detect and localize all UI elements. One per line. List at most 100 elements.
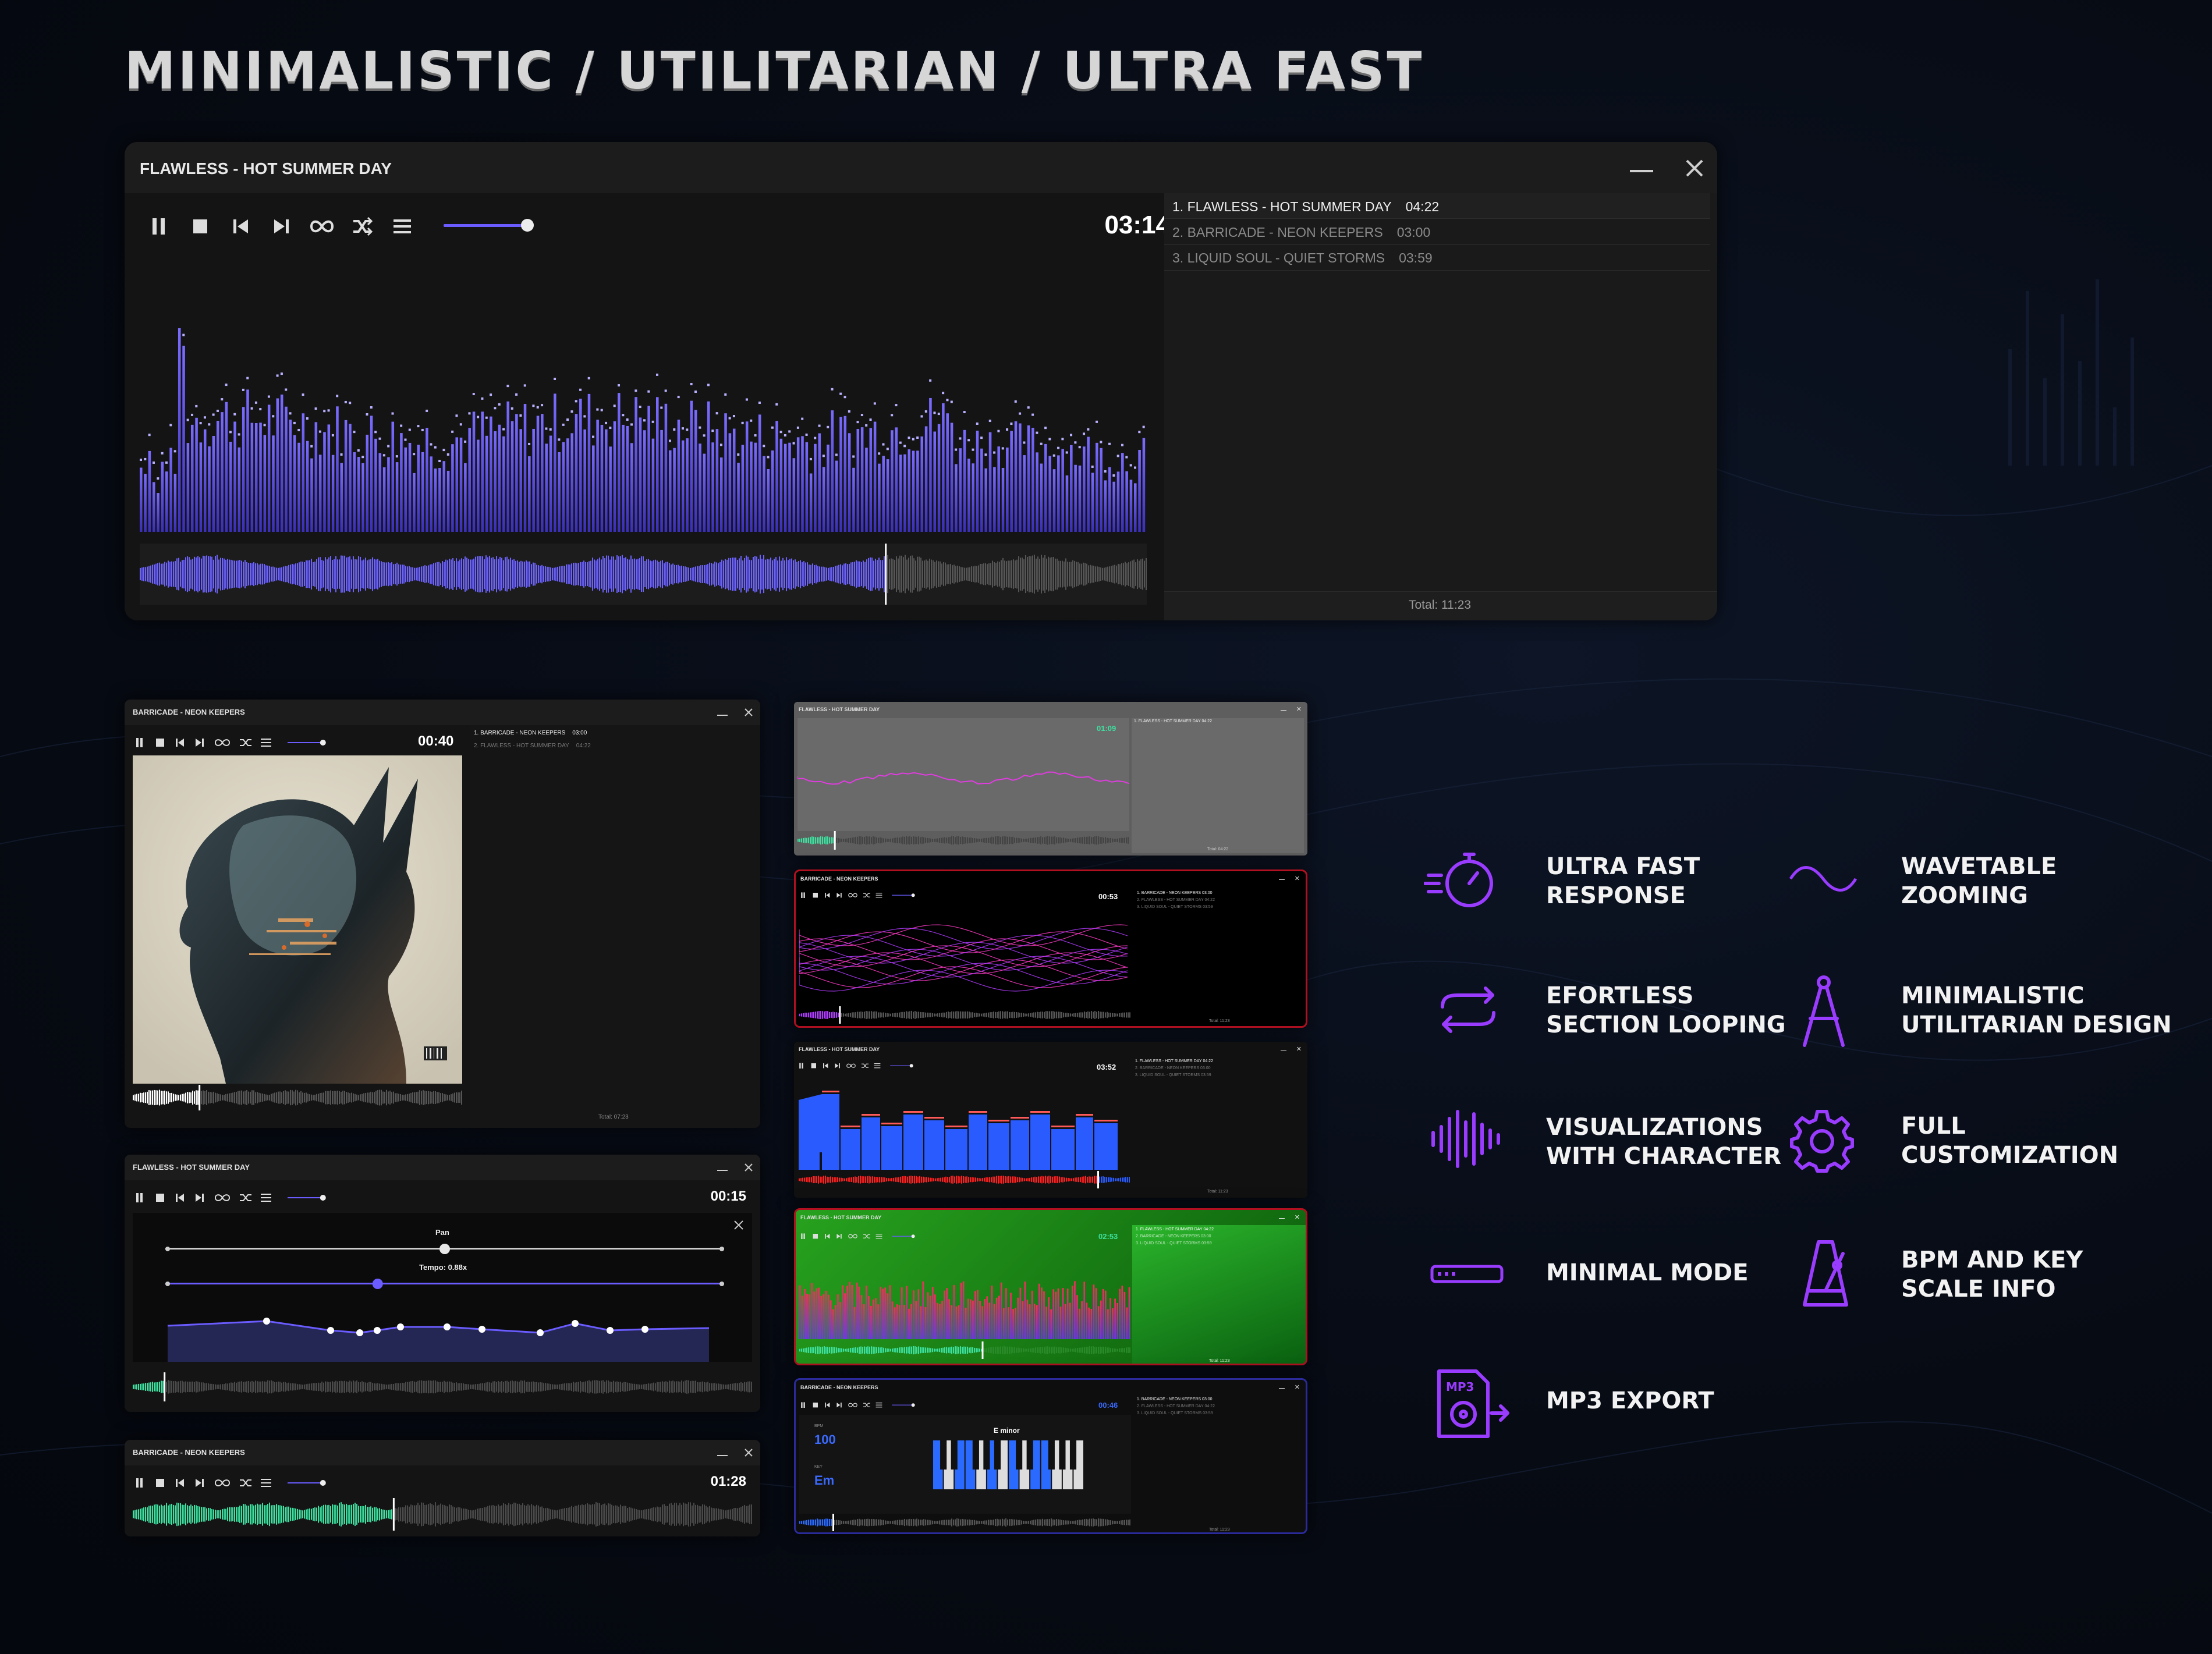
waveform-seekbar[interactable] xyxy=(133,1498,752,1531)
pan-slider[interactable] xyxy=(165,1242,724,1256)
playlist-item[interactable]: 3. LIQUID SOUL - QUIET STORMS 03:59 xyxy=(1172,250,1433,266)
minimize-button[interactable] xyxy=(1630,170,1653,172)
close-button[interactable]: ✕ xyxy=(1295,1213,1300,1221)
minimize-button[interactable] xyxy=(1279,879,1285,880)
minimize-button[interactable] xyxy=(717,1455,728,1456)
pause-icon[interactable] xyxy=(150,216,168,236)
playlist-item[interactable]: 1. FLAWLESS - HOT SUMMER DAY 04:22 xyxy=(1134,719,1212,723)
close-button[interactable] xyxy=(744,708,753,717)
close-button[interactable]: ✕ xyxy=(1296,1045,1302,1053)
waveform-sample xyxy=(1020,1177,1022,1182)
automation-curve[interactable] xyxy=(133,1294,752,1362)
peak-dot xyxy=(579,388,582,391)
transport-controls[interactable] xyxy=(800,1232,940,1240)
transport-controls[interactable] xyxy=(135,1191,333,1205)
playlist-item[interactable]: 1. FLAWLESS - HOT SUMMER DAY 04:22 xyxy=(1135,1059,1213,1063)
spectrum-bar xyxy=(1142,438,1146,532)
theme-preview-bars[interactable]: FLAWLESS - HOT SUMMER DAY ✕ 03:52 1. FLA… xyxy=(794,1042,1307,1198)
close-button[interactable] xyxy=(744,1163,753,1172)
waveform-sample xyxy=(862,837,863,844)
spectrum-bar xyxy=(963,430,966,532)
playlist-item[interactable]: 3. LIQUID SOUL - QUIET STORMS 03:59 xyxy=(1137,905,1213,909)
playlist-item[interactable]: 3. LIQUID SOUL - QUIET STORMS 03:59 xyxy=(1137,1411,1213,1415)
close-button[interactable]: ✕ xyxy=(1295,875,1300,882)
waveform-sample xyxy=(253,1382,254,1392)
theme-preview-gray[interactable]: FLAWLESS - HOT SUMMER DAY ✕ 01:09 1. FLA… xyxy=(794,702,1307,856)
close-button[interactable] xyxy=(1685,158,1704,178)
minimize-button[interactable] xyxy=(1281,710,1286,711)
transport-controls[interactable] xyxy=(135,1476,333,1490)
stop-icon[interactable] xyxy=(192,218,209,235)
close-effects-button[interactable] xyxy=(733,1220,744,1230)
waveform-seekbar[interactable] xyxy=(140,544,1147,605)
waveform-sample xyxy=(1029,1177,1030,1182)
waveform-sample xyxy=(733,558,735,591)
curve-point xyxy=(444,1323,451,1330)
waveform-sample xyxy=(821,1176,823,1183)
waveform-seekbar[interactable] xyxy=(133,1085,462,1110)
volume-slider[interactable] xyxy=(444,216,537,234)
spectrum-bar xyxy=(986,1296,988,1339)
playlist-item[interactable]: 2. BARRICADE - NEON KEEPERS 03:00 xyxy=(1172,225,1430,240)
waveform-sample xyxy=(826,567,827,581)
waveform-sample xyxy=(361,1381,363,1393)
waveform-sample xyxy=(962,1011,963,1018)
spectrum-bar xyxy=(395,462,399,532)
next-icon[interactable] xyxy=(272,218,291,235)
waveform-seekbar[interactable] xyxy=(133,1372,752,1401)
waveform-sample xyxy=(468,1510,469,1519)
close-button[interactable]: ✕ xyxy=(1296,705,1302,713)
waveform-sample xyxy=(1079,1347,1080,1353)
playlist-item[interactable]: 1. FLAWLESS - HOT SUMMER DAY 04:22 xyxy=(1172,199,1439,215)
playlist-item[interactable]: 2. FLAWLESS - HOT SUMMER DAY 04:22 xyxy=(474,743,591,749)
playlist-item[interactable]: 1. FLAWLESS - HOT SUMMER DAY 04:22 xyxy=(1136,1227,1214,1231)
playlist-item[interactable]: 2. BARRICADE - NEON KEEPERS 03:00 xyxy=(1136,1234,1211,1238)
waveform-sample xyxy=(299,562,300,586)
theme-preview-red[interactable]: BARRICADE - NEON KEEPERS ✕ 00:53 1. BARR… xyxy=(794,869,1307,1028)
transport-controls[interactable] xyxy=(135,736,333,750)
waveform-seekbar[interactable] xyxy=(799,1171,1130,1188)
playlist-item[interactable]: 2. BARRICADE - NEON KEEPERS 03:00 xyxy=(1135,1066,1211,1070)
tempo-slider[interactable] xyxy=(165,1277,724,1291)
transport-controls[interactable] xyxy=(799,1062,938,1070)
waveform-sample xyxy=(410,1381,412,1393)
spectrum-bar xyxy=(1091,473,1094,532)
theme-preview-bpm[interactable]: BARRICADE - NEON KEEPERS ✕ 00:46 BPM 100… xyxy=(794,1378,1307,1534)
waveform-seekbar[interactable] xyxy=(799,1006,1131,1024)
waveform-sample xyxy=(237,1382,239,1392)
previous-icon[interactable] xyxy=(232,218,250,235)
spectrum-bar xyxy=(263,435,267,532)
transport-controls[interactable] xyxy=(800,1401,940,1409)
minimize-button[interactable] xyxy=(1279,1388,1285,1389)
waveform-sample xyxy=(931,1177,933,1182)
waveform-sample xyxy=(732,557,733,591)
playlist-item[interactable]: 1. BARRICADE - NEON KEEPERS 03:00 xyxy=(1137,891,1213,895)
playlist-item[interactable]: 3. LIQUID SOUL - QUIET STORMS 03:59 xyxy=(1135,1073,1211,1077)
theme-preview-green[interactable]: FLAWLESS - HOT SUMMER DAY ✕ 02:53 1. FLA… xyxy=(794,1208,1307,1365)
waveform-sample xyxy=(824,1519,825,1526)
waveform-sample xyxy=(171,561,172,587)
playlist-item[interactable]: 1. BARRICADE - NEON KEEPERS 03:00 xyxy=(474,730,587,736)
playlist-item[interactable]: 2. FLAWLESS - HOT SUMMER DAY 04:22 xyxy=(1137,898,1215,902)
waveform-seekbar[interactable] xyxy=(799,1341,1131,1359)
playlist-item[interactable]: 1. BARRICADE - NEON KEEPERS 03:00 xyxy=(1137,1397,1213,1401)
waveform-sample xyxy=(856,1177,857,1183)
shuffle-icon[interactable] xyxy=(352,216,373,236)
waveform-seekbar[interactable] xyxy=(799,1514,1131,1531)
playlist-item[interactable]: 2. FLAWLESS - HOT SUMMER DAY 04:22 xyxy=(1137,1404,1215,1408)
playlist-item[interactable]: 3. LIQUID SOUL - QUIET STORMS 03:59 xyxy=(1136,1241,1212,1245)
transport-controls[interactable] xyxy=(800,891,940,899)
minimize-button[interactable] xyxy=(717,715,728,716)
minimize-button[interactable] xyxy=(1279,1218,1285,1219)
peak-dot xyxy=(186,418,189,421)
waveform-sample xyxy=(632,559,633,590)
waveform-sample xyxy=(716,562,717,586)
waveform-sample xyxy=(466,1384,467,1390)
playlist-menu-icon[interactable] xyxy=(392,216,412,236)
minimize-button[interactable] xyxy=(717,1170,728,1171)
visualizer-block xyxy=(903,1115,923,1170)
close-button[interactable] xyxy=(744,1448,753,1457)
waveform-seekbar[interactable] xyxy=(797,831,1129,850)
close-button[interactable]: ✕ xyxy=(1295,1383,1300,1391)
loop-infinity-icon[interactable] xyxy=(310,218,334,235)
